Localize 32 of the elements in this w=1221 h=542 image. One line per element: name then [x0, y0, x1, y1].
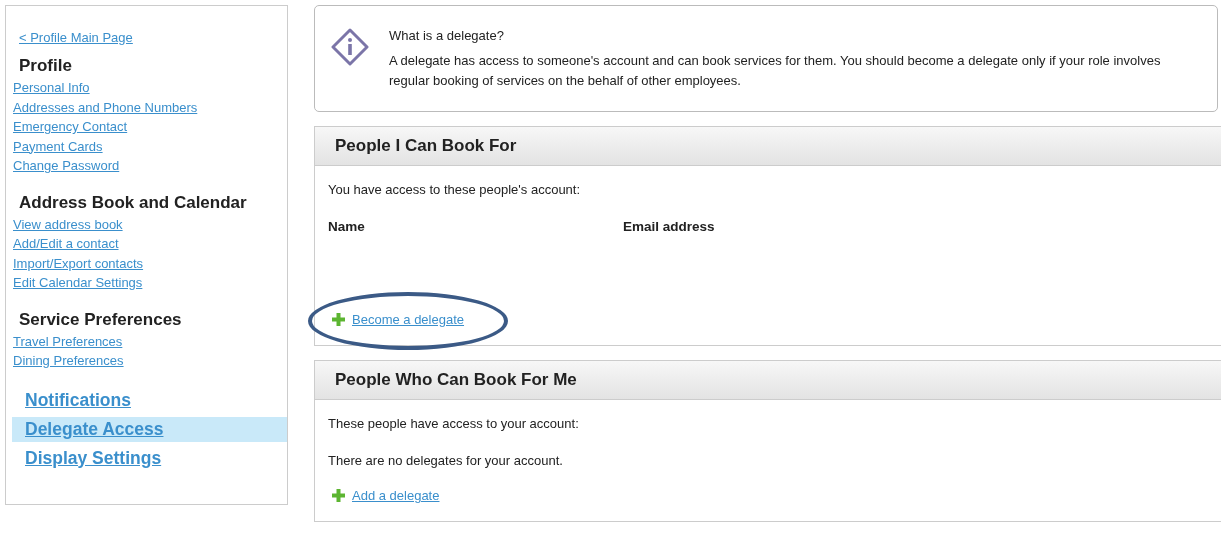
sidebar-link[interactable]: Emergency Contact — [13, 117, 128, 137]
sidebar-link[interactable]: Addresses and Phone Numbers — [13, 97, 198, 117]
section-intro: You have access to these people's account: — [328, 182, 582, 197]
plus-icon — [332, 489, 345, 502]
sidebar-item[interactable]: Delegate Access — [12, 416, 287, 442]
sidebar-link[interactable]: Add/Edit a contact — [13, 234, 119, 254]
sidebar-link[interactable]: Change Password — [13, 156, 120, 176]
info-title: What is a delegate? — [389, 28, 505, 43]
info-text: A delegate has access to someone's account and can book services for them. You should become a delegate only if your role involves regular booking of services on the behalf of other employees. — [389, 52, 1162, 90]
section-header: People I Can Book For — [315, 127, 1221, 166]
sidebar-item[interactable]: Display Settings — [12, 445, 287, 471]
sidebar-link[interactable]: Payment Cards — [13, 136, 103, 156]
empty-message: There are no delegates for your account. — [328, 453, 564, 468]
sidebar-link[interactable]: Travel Preferences — [13, 331, 123, 351]
section-heading: Address Book and Calendar — [19, 192, 248, 213]
sidebar-link[interactable]: Personal Info — [13, 78, 90, 98]
section-heading: Profile — [19, 56, 73, 76]
section-intro: These people have access to your account: — [328, 416, 580, 431]
column-header: Name — [328, 219, 366, 234]
section-heading: Service Preferences — [19, 309, 183, 330]
action-link[interactable]: Become a delegate — [352, 312, 465, 327]
sidebar-link[interactable]: Import/Export contacts — [13, 253, 144, 273]
sidebar-link[interactable]: View address book — [13, 214, 123, 234]
back-link[interactable]: < Profile Main Page — [19, 30, 133, 45]
section-header: People Who Can Book For Me — [315, 361, 1221, 400]
action-link[interactable]: Add a delegate — [352, 488, 440, 503]
info-icon — [331, 28, 369, 66]
plus-icon — [332, 313, 345, 326]
sidebar-link[interactable]: Dining Preferences — [13, 351, 124, 371]
column-header: Email address — [623, 219, 715, 234]
sidebar-item[interactable]: Notifications — [12, 387, 287, 413]
sidebar-link[interactable]: Edit Calendar Settings — [13, 273, 143, 293]
